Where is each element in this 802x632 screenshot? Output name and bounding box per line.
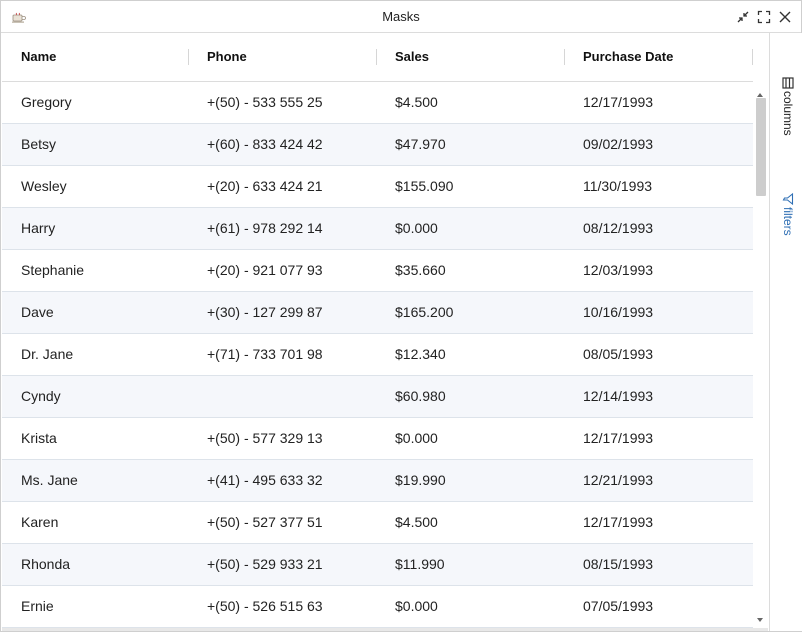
- cell-purchase-date[interactable]: 12/21/1993: [565, 460, 753, 501]
- triangle-down-icon[interactable]: [756, 610, 764, 626]
- columns-tab[interactable]: columns: [780, 77, 796, 136]
- column-header-purchase-date[interactable]: Purchase Date: [565, 33, 753, 81]
- cell-purchase-date[interactable]: 12/17/1993: [565, 82, 753, 123]
- cell-name[interactable]: Wesley: [3, 166, 189, 207]
- cell-name[interactable]: Karen: [3, 502, 189, 543]
- column-header-name[interactable]: Name: [3, 33, 189, 81]
- cell-phone[interactable]: +(30) - 127 299 87: [189, 292, 377, 333]
- cell-purchase-date[interactable]: 09/02/1993: [565, 124, 753, 165]
- cell-phone[interactable]: [189, 376, 377, 417]
- cell-name[interactable]: Betsy: [3, 124, 189, 165]
- table-row[interactable]: Dr. Jane +(71) - 733 701 98 $12.340 08/0…: [2, 334, 753, 376]
- cell-name[interactable]: Harry: [3, 208, 189, 249]
- table-row[interactable]: Ernie +(50) - 526 515 63 $0.000 07/05/19…: [2, 586, 753, 628]
- cell-sales[interactable]: $4.500: [377, 82, 565, 123]
- filters-tab[interactable]: filters: [780, 193, 796, 236]
- expand-corners-icon: [757, 10, 771, 24]
- table-row[interactable]: Krista +(50) - 577 329 13 $0.000 12/17/1…: [2, 418, 753, 460]
- vertical-scrollbar[interactable]: [753, 82, 767, 629]
- table-row[interactable]: Karen +(50) - 527 377 51 $4.500 12/17/19…: [2, 502, 753, 544]
- cell-purchase-date[interactable]: 08/12/1993: [565, 208, 753, 249]
- cell-phone[interactable]: +(50) - 526 515 63: [189, 586, 377, 627]
- grid-body: Gregory +(50) - 533 555 25 $4.500 12/17/…: [2, 82, 753, 628]
- cell-sales[interactable]: $19.990: [377, 460, 565, 501]
- tool-panel-sidebar: columns filters: [769, 33, 802, 631]
- cell-sales[interactable]: $11.990: [377, 544, 565, 585]
- cell-sales[interactable]: $12.340: [377, 334, 565, 375]
- filters-tab-label: filters: [781, 207, 795, 236]
- scrollbar-thumb[interactable]: [756, 98, 766, 196]
- cell-purchase-date[interactable]: 11/30/1993: [565, 166, 753, 207]
- cell-phone[interactable]: +(50) - 527 377 51: [189, 502, 377, 543]
- cell-sales[interactable]: $155.090: [377, 166, 565, 207]
- table-row[interactable]: Harry +(61) - 978 292 14 $0.000 08/12/19…: [2, 208, 753, 250]
- close-button[interactable]: [776, 8, 794, 26]
- cell-phone[interactable]: +(50) - 577 329 13: [189, 418, 377, 459]
- cell-phone[interactable]: +(41) - 495 633 32: [189, 460, 377, 501]
- cell-sales[interactable]: $0.000: [377, 418, 565, 459]
- maximize-button[interactable]: [755, 8, 773, 26]
- cell-purchase-date[interactable]: 08/15/1993: [565, 544, 753, 585]
- cell-name[interactable]: Rhonda: [3, 544, 189, 585]
- horizontal-scrollbar[interactable]: [2, 628, 768, 631]
- cell-sales[interactable]: $0.000: [377, 208, 565, 249]
- cell-phone[interactable]: +(61) - 978 292 14: [189, 208, 377, 249]
- cell-purchase-date[interactable]: 08/05/1993: [565, 334, 753, 375]
- cell-purchase-date[interactable]: 12/03/1993: [565, 250, 753, 291]
- cell-purchase-date[interactable]: 12/14/1993: [565, 376, 753, 417]
- cell-purchase-date[interactable]: 10/16/1993: [565, 292, 753, 333]
- cell-phone[interactable]: +(50) - 529 933 21: [189, 544, 377, 585]
- cell-phone[interactable]: +(71) - 733 701 98: [189, 334, 377, 375]
- cell-name[interactable]: Dave: [3, 292, 189, 333]
- cell-phone[interactable]: +(50) - 533 555 25: [189, 82, 377, 123]
- table-row[interactable]: Ms. Jane +(41) - 495 633 32 $19.990 12/2…: [2, 460, 753, 502]
- column-header-phone[interactable]: Phone: [189, 33, 377, 81]
- cell-name[interactable]: Stephanie: [3, 250, 189, 291]
- columns-icon: [782, 77, 794, 89]
- funnel-icon: [782, 193, 794, 205]
- minimize-button[interactable]: [734, 8, 752, 26]
- cell-name[interactable]: Cyndy: [3, 376, 189, 417]
- cell-name[interactable]: Ms. Jane: [3, 460, 189, 501]
- cell-name[interactable]: Ernie: [3, 586, 189, 627]
- table-row[interactable]: Stephanie +(20) - 921 077 93 $35.660 12/…: [2, 250, 753, 292]
- table-row[interactable]: Rhonda +(50) - 529 933 21 $11.990 08/15/…: [2, 544, 753, 586]
- table-row[interactable]: Dave +(30) - 127 299 87 $165.200 10/16/1…: [2, 292, 753, 334]
- cell-phone[interactable]: +(60) - 833 424 42: [189, 124, 377, 165]
- header-row: Name Phone Sales Purchase Date: [2, 33, 753, 82]
- collapse-arrows-icon: [737, 11, 749, 23]
- data-grid: Name Phone Sales Purchase Date Gregory +…: [2, 33, 768, 631]
- cell-sales[interactable]: $4.500: [377, 502, 565, 543]
- cell-sales[interactable]: $60.980: [377, 376, 565, 417]
- cell-phone[interactable]: +(20) - 921 077 93: [189, 250, 377, 291]
- cell-name[interactable]: Gregory: [3, 82, 189, 123]
- column-resizer[interactable]: [752, 49, 753, 65]
- close-icon: [779, 11, 791, 23]
- column-header-sales[interactable]: Sales: [377, 33, 565, 81]
- cell-purchase-date[interactable]: 12/17/1993: [565, 502, 753, 543]
- cell-sales[interactable]: $0.000: [377, 586, 565, 627]
- window: Masks Name Phone Sales Purchase Date Gre…: [0, 0, 802, 632]
- cell-sales[interactable]: $165.200: [377, 292, 565, 333]
- cell-purchase-date[interactable]: 12/17/1993: [565, 418, 753, 459]
- table-row[interactable]: Betsy +(60) - 833 424 42 $47.970 09/02/1…: [2, 124, 753, 166]
- table-row[interactable]: Cyndy $60.980 12/14/1993: [2, 376, 753, 418]
- table-row[interactable]: Wesley +(20) - 633 424 21 $155.090 11/30…: [2, 166, 753, 208]
- window-title: Masks: [382, 9, 420, 24]
- cell-purchase-date[interactable]: 07/05/1993: [565, 586, 753, 627]
- cell-name[interactable]: Krista: [3, 418, 189, 459]
- title-bar: Masks: [1, 1, 801, 33]
- cell-name[interactable]: Dr. Jane: [3, 334, 189, 375]
- cell-sales[interactable]: $35.660: [377, 250, 565, 291]
- cell-phone[interactable]: +(20) - 633 424 21: [189, 166, 377, 207]
- table-row[interactable]: Gregory +(50) - 533 555 25 $4.500 12/17/…: [2, 82, 753, 124]
- cell-sales[interactable]: $47.970: [377, 124, 565, 165]
- columns-tab-label: columns: [781, 91, 795, 136]
